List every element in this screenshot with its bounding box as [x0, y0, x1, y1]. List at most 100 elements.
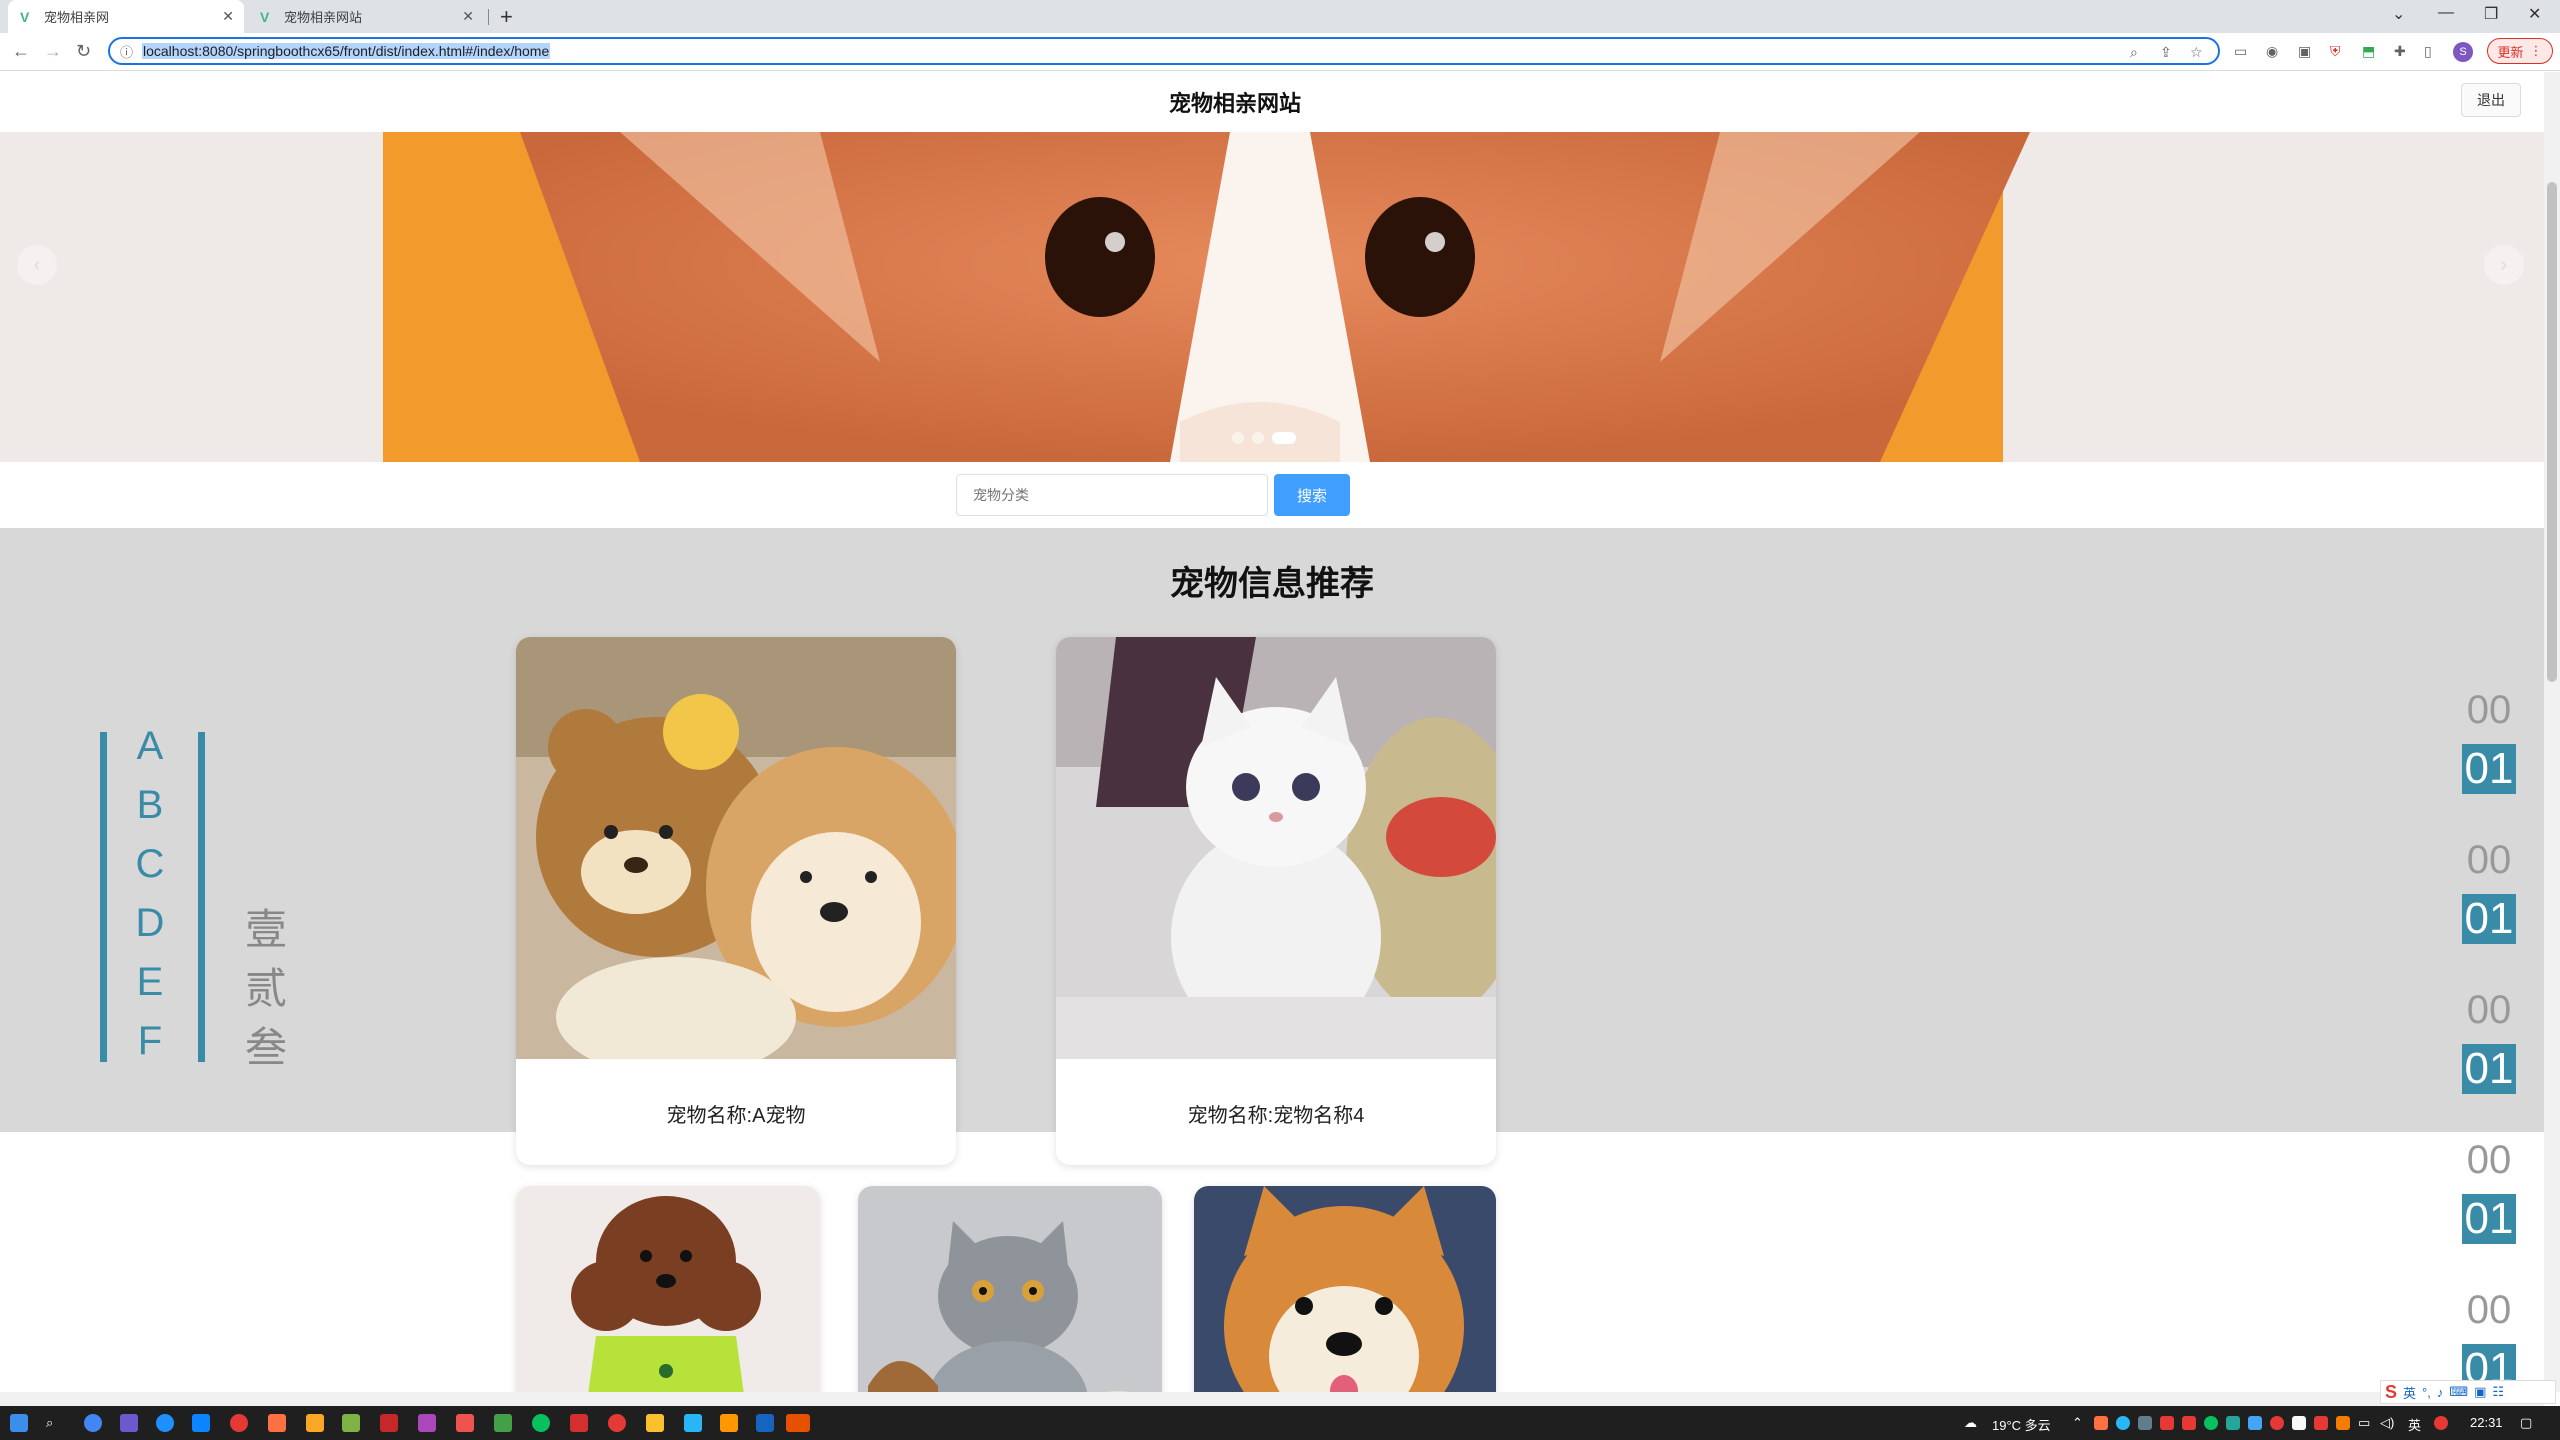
tray-app-icon[interactable]	[2248, 1416, 2262, 1430]
site-info-icon[interactable]: ⓘ	[120, 42, 133, 61]
pet-card-image[interactable]	[858, 1186, 1162, 1392]
cast-icon[interactable]: ▭	[2234, 43, 2247, 60]
reload-icon[interactable]: ↻	[76, 41, 91, 62]
image-extension-icon[interactable]: ▣	[2298, 43, 2311, 60]
carousel-dot[interactable]	[1252, 432, 1264, 444]
back-icon[interactable]: ←	[12, 41, 30, 62]
app-icon[interactable]	[570, 1414, 588, 1432]
new-tab-icon[interactable]: +	[500, 4, 513, 30]
app-icon[interactable]	[342, 1414, 360, 1432]
app-icon[interactable]	[120, 1414, 138, 1432]
minimize-icon[interactable]: —	[2438, 4, 2454, 22]
clock[interactable]: 22:31	[2470, 1415, 2503, 1430]
volume-icon[interactable]: ◁)	[2380, 1415, 2394, 1431]
tray-app-icon[interactable]	[2160, 1416, 2174, 1430]
tray-app-icon[interactable]	[2116, 1416, 2130, 1430]
scrollbar-thumb[interactable]	[2547, 182, 2557, 682]
search-button[interactable]: 搜索	[1274, 474, 1350, 516]
carousel-dot[interactable]	[1232, 432, 1244, 444]
zoom-icon[interactable]: ⌕	[2130, 44, 2138, 61]
app-icon[interactable]	[646, 1414, 664, 1432]
pet-card[interactable]	[516, 1186, 820, 1392]
tray-app-icon[interactable]	[2182, 1416, 2196, 1430]
pet-card[interactable]: 宠物名称:宠物名称4	[1056, 637, 1496, 1165]
app-icon[interactable]	[418, 1414, 436, 1432]
weather-icon[interactable]: ☁	[1964, 1415, 1977, 1431]
pet-card-image[interactable]	[1056, 637, 1496, 1059]
wechat-icon[interactable]	[532, 1414, 550, 1432]
close-icon[interactable]: ✕	[222, 8, 234, 25]
chrome-icon[interactable]	[84, 1414, 102, 1432]
ime-icon[interactable]	[2434, 1416, 2448, 1430]
tray-mic-icon[interactable]	[2292, 1416, 2306, 1430]
app-icon[interactable]	[786, 1414, 810, 1432]
tray-app-icon[interactable]	[2226, 1416, 2240, 1430]
network-icon[interactable]: ▭	[2358, 1415, 2370, 1431]
app-icon[interactable]	[230, 1414, 248, 1432]
category-search-input[interactable]	[956, 474, 1268, 516]
pet-card-image[interactable]	[516, 1186, 820, 1392]
close-icon[interactable]: ✕	[462, 8, 474, 25]
puzzle-icon[interactable]: ✚	[2394, 43, 2406, 60]
tray-chevron-icon[interactable]: ⌃	[2072, 1415, 2083, 1431]
update-button[interactable]: 更新 ⋮	[2487, 38, 2553, 64]
vertical-scrollbar[interactable]	[2544, 72, 2560, 1392]
app-icon[interactable]	[494, 1414, 512, 1432]
app-icon[interactable]	[380, 1414, 398, 1432]
pet-card-image[interactable]	[516, 637, 956, 1059]
pet-card[interactable]	[1194, 1186, 1496, 1392]
app-icon[interactable]	[156, 1414, 174, 1432]
ime-punct-icon[interactable]: °,	[2422, 1385, 2431, 1400]
horizontal-scrollbar[interactable]	[0, 1392, 2544, 1406]
app-icon[interactable]	[608, 1414, 626, 1432]
tray-app-icon[interactable]	[2336, 1416, 2350, 1430]
browser-tab-1[interactable]: V 宠物相亲网 ✕	[8, 0, 244, 33]
ime-toolbar[interactable]: S 英 °, ♪ ⌨ ▣ ☷	[2380, 1380, 2556, 1404]
side-panel-icon[interactable]: ▯	[2424, 43, 2432, 60]
extension-icon[interactable]: ⬒	[2362, 43, 2375, 60]
banner-carousel[interactable]: ‹ ›	[0, 132, 2544, 462]
tray-app-icon[interactable]	[2138, 1416, 2152, 1430]
windows-start-icon[interactable]	[10, 1414, 28, 1432]
tray-wechat-icon[interactable]	[2204, 1416, 2218, 1430]
pet-card-name[interactable]: 宠物名称:A宠物	[516, 1099, 956, 1128]
address-bar[interactable]: ⓘ localhost:8080/springboothcx65/front/d…	[108, 37, 2220, 65]
tray-app-icon[interactable]	[2094, 1416, 2108, 1430]
bookmark-star-icon[interactable]: ☆	[2190, 44, 2203, 61]
search-icon[interactable]: ⌕	[46, 1415, 53, 1431]
folder-icon[interactable]	[306, 1414, 324, 1432]
app-icon[interactable]	[192, 1414, 210, 1432]
input-language[interactable]: 英	[2408, 1415, 2421, 1434]
pet-card-image[interactable]	[1194, 1186, 1496, 1392]
weather-text[interactable]: 19°C 多云	[1992, 1415, 2051, 1434]
ime-skin-icon[interactable]: ▣	[2474, 1384, 2486, 1400]
tray-app-icon[interactable]	[2270, 1416, 2284, 1430]
app-icon[interactable]	[268, 1414, 286, 1432]
camera-icon[interactable]: ◉	[2266, 43, 2278, 60]
notification-icon[interactable]: ▢	[2520, 1415, 2532, 1431]
ime-keyboard-icon[interactable]: ⌨	[2449, 1384, 2468, 1400]
ime-mode-label[interactable]: 英	[2403, 1383, 2416, 1402]
app-icon[interactable]	[720, 1414, 738, 1432]
ime-mic-icon[interactable]: ♪	[2437, 1385, 2444, 1400]
profile-avatar[interactable]: S	[2453, 42, 2473, 62]
shield-extension-icon[interactable]: ⛨	[2330, 43, 2341, 60]
sogou-icon[interactable]: S	[2385, 1382, 2397, 1403]
word-icon[interactable]	[756, 1414, 774, 1432]
tray-app-icon[interactable]	[2314, 1416, 2328, 1430]
window-close-icon[interactable]: ✕	[2528, 4, 2541, 24]
app-icon[interactable]	[684, 1414, 702, 1432]
carousel-prev-button[interactable]: ‹	[17, 245, 57, 285]
ime-menu-icon[interactable]: ☷	[2492, 1384, 2504, 1400]
address-url[interactable]: localhost:8080/springboothcx65/front/dis…	[142, 43, 551, 59]
carousel-dot-active[interactable]	[1272, 432, 1296, 444]
logout-button[interactable]: 退出	[2461, 83, 2521, 117]
restore-icon[interactable]: ❐	[2484, 4, 2498, 24]
pet-card-name[interactable]: 宠物名称:宠物名称4	[1056, 1099, 1496, 1128]
app-icon[interactable]	[456, 1414, 474, 1432]
share-icon[interactable]: ⇪	[2160, 44, 2172, 61]
pet-card[interactable]: 宠物名称:A宠物	[516, 637, 956, 1165]
forward-icon[interactable]: →	[44, 41, 62, 62]
browser-tab-2[interactable]: V 宠物相亲网站 ✕	[248, 0, 484, 33]
tab-search-icon[interactable]: ⌄	[2392, 4, 2405, 24]
